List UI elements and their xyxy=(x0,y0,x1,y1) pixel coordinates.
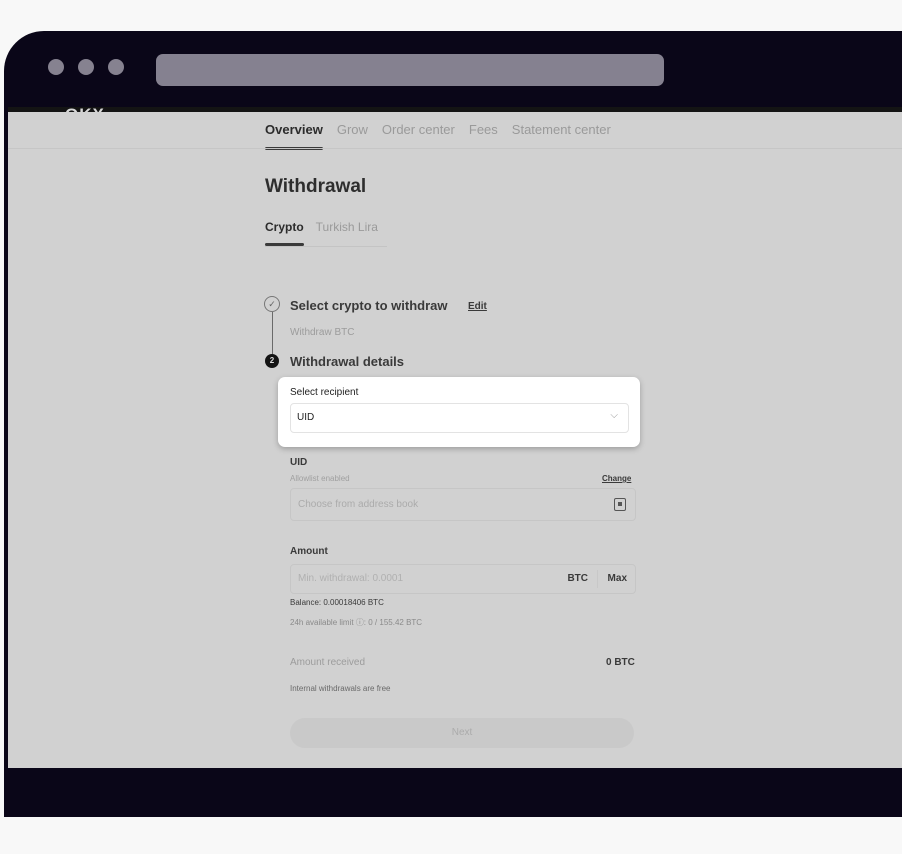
tab-fees[interactable]: Fees xyxy=(469,122,498,137)
tab-order-center[interactable]: Order center xyxy=(382,122,455,137)
currency-tabs-divider xyxy=(265,246,387,247)
allowlist-status: Allowlist enabled xyxy=(290,474,350,483)
step-number-icon: 2 xyxy=(265,354,279,368)
window-dot-icon[interactable] xyxy=(108,59,124,75)
amount-placeholder: Min. withdrawal: 0.0001 xyxy=(298,573,404,584)
address-book-icon[interactable] xyxy=(614,498,626,511)
step1-subtitle: Withdraw BTC xyxy=(290,327,355,338)
tabs-divider xyxy=(8,148,902,149)
page-content: Overview Grow Order center Fees Statemen… xyxy=(8,112,902,768)
step2-title: Withdrawal details xyxy=(290,354,405,369)
chevron-down-icon: ⌵ xyxy=(610,410,618,421)
recipient-label: Select recipient xyxy=(290,387,359,398)
sub-tabs: Overview Grow Order center Fees Statemen… xyxy=(265,122,611,150)
uid-label: UID xyxy=(290,457,308,468)
amount-divider xyxy=(597,570,598,588)
step-connector xyxy=(272,312,273,354)
recipient-value: UID xyxy=(297,412,315,423)
tab-grow[interactable]: Grow xyxy=(337,122,368,137)
fee-note: Internal withdrawals are free xyxy=(290,684,391,693)
check-circle-icon: ✓ xyxy=(264,296,280,312)
amount-currency: BTC xyxy=(567,573,588,584)
change-link[interactable]: Change xyxy=(602,474,631,483)
tab-crypto[interactable]: Crypto xyxy=(265,220,304,246)
address-bar[interactable] xyxy=(156,54,664,86)
tab-overview[interactable]: Overview xyxy=(265,122,323,150)
tab-statement-center[interactable]: Statement center xyxy=(512,122,611,137)
balance-text: Balance: 0.00018406 BTC xyxy=(290,598,384,607)
limit-text: 24h available limit ⓘ: 0 / 155.42 BTC xyxy=(290,618,423,627)
amount-received-value: 0 BTC xyxy=(606,657,635,668)
address-book-placeholder: Choose from address book xyxy=(298,499,419,510)
page-title: Withdrawal xyxy=(265,176,367,197)
edit-link[interactable]: Edit xyxy=(468,301,487,312)
step1-title: Select crypto to withdraw xyxy=(290,298,448,313)
amount-label: Amount xyxy=(290,546,328,557)
window-controls xyxy=(48,59,124,75)
tab-turkish-lira[interactable]: Turkish Lira xyxy=(316,220,378,234)
currency-tabs: Crypto Turkish Lira xyxy=(265,220,378,246)
amount-received-label: Amount received xyxy=(290,657,366,668)
amount-input[interactable]: Min. withdrawal: 0.0001 BTC Max xyxy=(290,564,636,594)
window-dot-icon[interactable] xyxy=(78,59,94,75)
address-book-input[interactable]: Choose from address book xyxy=(290,488,636,521)
max-button[interactable]: Max xyxy=(608,573,627,584)
next-button[interactable]: Next xyxy=(290,718,634,748)
recipient-select[interactable]: UID ⌵ xyxy=(290,403,629,433)
window-dot-icon[interactable] xyxy=(48,59,64,75)
recipient-card: Select recipient UID ⌵ xyxy=(278,377,640,447)
